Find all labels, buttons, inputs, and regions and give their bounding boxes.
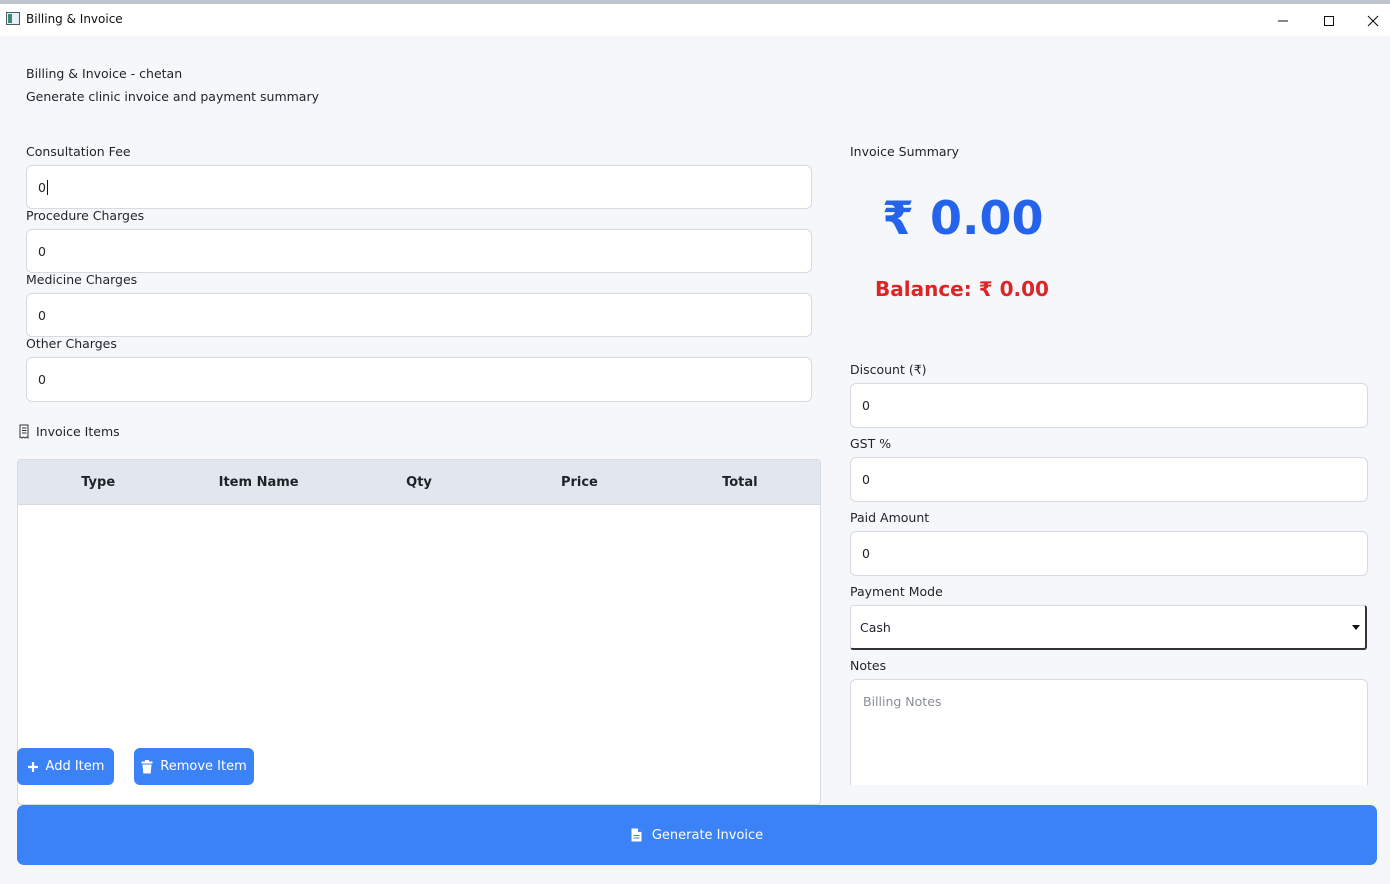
remove-item-button[interactable]: Remove Item	[134, 748, 254, 785]
plus-icon	[27, 761, 38, 772]
other-charges-input[interactable]: 0	[26, 357, 812, 402]
page-subtitle: Generate clinic invoice and payment summ…	[26, 89, 319, 104]
gst-input[interactable]: 0	[850, 457, 1368, 502]
discount-value: 0	[862, 398, 870, 413]
notes-textarea[interactable]: Billing Notes	[850, 679, 1368, 785]
column-header-type[interactable]: Type	[18, 460, 178, 504]
discount-input[interactable]: 0	[850, 383, 1368, 428]
close-icon	[1367, 15, 1379, 27]
window-title: Billing & Invoice	[26, 12, 123, 26]
dropdown-arrow-icon	[1352, 625, 1360, 630]
page-title: Billing & Invoice - chetan	[26, 66, 183, 81]
payment-mode-value: Cash	[860, 619, 891, 635]
add-item-label: Add Item	[45, 759, 105, 774]
balance-amount: Balance: ₹ 0.00	[875, 277, 1049, 301]
notes-label: Notes	[850, 658, 887, 673]
procedure-charges-input[interactable]: 0	[26, 229, 812, 273]
invoice-items-header: Invoice Items	[18, 424, 120, 439]
discount-label: Discount (₹)	[850, 362, 927, 377]
paid-amount-value: 0	[862, 546, 870, 561]
consultation-fee-value: 0	[38, 179, 46, 195]
close-button[interactable]	[1350, 8, 1390, 34]
remove-item-label: Remove Item	[160, 759, 247, 774]
invoice-summary-title: Invoice Summary	[850, 144, 960, 159]
consultation-fee-label: Consultation Fee	[26, 144, 131, 159]
minimize-icon	[1278, 20, 1288, 22]
column-header-price[interactable]: Price	[499, 460, 659, 504]
maximize-button[interactable]	[1306, 8, 1352, 34]
invoice-items-label: Invoice Items	[36, 424, 120, 439]
receipt-icon	[19, 424, 29, 439]
notes-placeholder: Billing Notes	[863, 694, 942, 709]
other-charges-value: 0	[38, 372, 46, 387]
column-header-qty[interactable]: Qty	[339, 460, 499, 504]
payment-mode-select[interactable]: Cash	[850, 605, 1367, 650]
gst-label: GST %	[850, 436, 892, 451]
paid-amount-label: Paid Amount	[850, 510, 930, 525]
other-charges-label: Other Charges	[26, 336, 117, 351]
table-header: Type Item Name Qty Price Total	[18, 460, 820, 505]
file-icon	[631, 828, 642, 842]
column-header-item-name[interactable]: Item Name	[178, 460, 338, 504]
consultation-fee-input[interactable]: 0	[26, 165, 812, 209]
generate-invoice-button[interactable]: Generate Invoice	[17, 805, 1377, 865]
medicine-charges-label: Medicine Charges	[26, 272, 138, 287]
procedure-charges-value: 0	[38, 243, 46, 259]
payment-mode-label: Payment Mode	[850, 584, 943, 599]
text-cursor	[46, 179, 48, 195]
gst-value: 0	[862, 472, 870, 487]
paid-amount-input[interactable]: 0	[850, 531, 1368, 576]
trash-icon	[141, 759, 153, 773]
app-icon	[6, 12, 20, 25]
column-header-total[interactable]: Total	[660, 460, 820, 504]
window-titlebar: Billing & Invoice	[0, 0, 1390, 36]
add-item-button[interactable]: Add Item	[17, 748, 114, 785]
medicine-charges-value: 0	[38, 307, 46, 323]
generate-invoice-label: Generate Invoice	[651, 827, 764, 843]
minimize-button[interactable]	[1260, 8, 1306, 34]
maximize-icon	[1324, 16, 1334, 26]
medicine-charges-input[interactable]: 0	[26, 293, 812, 337]
procedure-charges-label: Procedure Charges	[26, 208, 145, 223]
invoice-total: ₹ 0.00	[882, 191, 1044, 245]
